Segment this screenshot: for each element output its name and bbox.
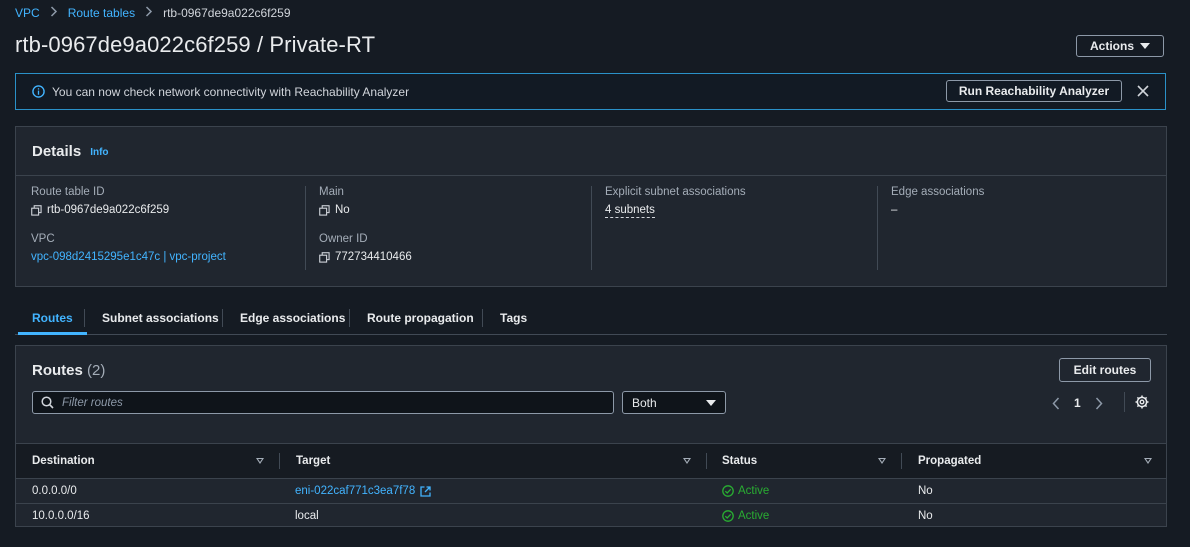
details-header: Details Info [16,127,1166,176]
page-number[interactable]: 1 [1074,396,1081,410]
page-title: rtb-0967de9a022c6f259 / Private-RT [15,32,376,57]
table-row: 10.0.0.0/16 local Active No [16,504,1166,528]
edge-associations-label: Edge associations [891,186,985,198]
sort-icon[interactable] [878,458,886,464]
pagination: 1 [1052,394,1103,412]
details-col-3: Explicit subnet associations 4 subnets [591,186,875,270]
route-type-select-value: Both [632,395,657,410]
run-reachability-analyzer-button[interactable]: Run Reachability Analyzer [946,80,1122,102]
route-table-id: rtb-0967de9a022c6f259 [47,204,170,216]
info-link[interactable]: Info [90,147,108,158]
destination-cell: 0.0.0.0/0 [32,485,77,497]
status-cell: Active [722,504,769,528]
vpc-value: vpc-098d2415295e1c47c | vpc-project [31,251,301,263]
actions-button[interactable]: Actions [1076,35,1164,57]
check-circle-icon [722,485,734,497]
explicit-subnet-associations-link[interactable]: 4 subnets [605,204,655,218]
column-status[interactable]: Status [722,444,757,478]
vpc-label: VPC [31,233,55,245]
sort-icon[interactable] [256,458,264,464]
edge-associations-value: – [891,204,898,216]
route-type-select[interactable]: Both [622,391,726,414]
caret-down-icon [1140,43,1150,49]
table-row: 0.0.0.0/0 eni-022caf771c3ea7f78 Active N… [16,479,1166,504]
route-table-id-value: rtb-0967de9a022c6f259 [31,204,301,216]
explicit-subnet-value: 4 subnets [605,204,875,218]
copy-icon[interactable] [319,204,330,216]
explicit-subnet-label: Explicit subnet associations [605,186,746,198]
target-cell: eni-022caf771c3ea7f78 [295,479,431,503]
sort-icon[interactable] [1144,458,1152,464]
main: No [335,204,350,216]
routes-panel: Routes (2) Edit routes Both 1 Destinatio… [15,345,1167,527]
tab-routes[interactable]: Routes [18,302,87,335]
status-badge: Active [722,510,769,522]
column-target[interactable]: Target [296,444,330,478]
chevron-left-icon[interactable] [1052,396,1060,410]
tab-tags[interactable]: Tags [500,302,527,333]
vpc-link[interactable]: vpc-098d2415295e1c47c | vpc-project [31,251,226,263]
status-badge: Active [722,485,769,497]
column-destination[interactable]: Destination [32,444,95,478]
external-link-icon[interactable] [420,485,431,497]
target-cell: local [295,510,319,522]
copy-icon[interactable] [31,204,42,216]
routes-title: Routes (2) [32,362,105,379]
sort-icon[interactable] [683,458,691,464]
main-value: No [319,204,589,216]
breadcrumb: VPC Route tables rtb-0967de9a022c6f259 [15,5,291,21]
routes-title-text: Routes [32,362,83,379]
tab-bar: Routes Subnet associations Edge associat… [15,302,1167,335]
status-text: Active [738,510,770,522]
main-label: Main [319,186,344,198]
destination-cell: 10.0.0.0/16 [32,510,90,522]
routes-table: Destination Target Status Propagated 0.0… [16,443,1166,528]
propagated-cell: No [918,485,933,497]
propagated-cell: No [918,510,933,522]
breadcrumb-vpc-link[interactable]: VPC [15,6,40,20]
table-header: Destination Target Status Propagated [16,443,1166,479]
routes-count: (2) [87,362,106,379]
edit-routes-button[interactable]: Edit routes [1059,358,1151,382]
status-cell: Active [722,479,769,503]
breadcrumb-current: rtb-0967de9a022c6f259 [163,6,291,20]
chevron-right-icon[interactable] [1095,396,1103,410]
owner-id-value: 772734410466 [319,251,589,263]
details-col-2: Main No Owner ID 772734410466 [305,186,589,270]
details-panel: Details Info Route table ID rtb-0967de9a… [15,126,1167,287]
actions-button-label: Actions [1089,39,1134,53]
tab-route-propagation[interactable]: Route propagation [367,302,474,333]
breadcrumb-route-tables-link[interactable]: Route tables [68,6,135,20]
details-title: Details [32,142,82,160]
details-col-1: Route table ID rtb-0967de9a022c6f259 VPC… [31,186,301,270]
tab-edge-associations[interactable]: Edge associations [240,302,345,333]
status-text: Active [738,485,770,497]
search-icon [41,396,54,409]
check-circle-icon [722,510,734,522]
filter-routes-input[interactable] [60,395,604,410]
chevron-right-icon [145,6,153,20]
target-link[interactable]: eni-022caf771c3ea7f78 [295,485,415,497]
info-icon [32,85,45,98]
caret-down-icon [706,400,716,406]
owner-id-label: Owner ID [319,233,368,245]
filter-routes [32,391,614,414]
gear-icon[interactable] [1135,395,1149,409]
tab-subnet-associations[interactable]: Subnet associations [102,302,219,333]
copy-icon[interactable] [319,251,330,263]
details-col-4: Edge associations – [877,186,1161,270]
column-propagated[interactable]: Propagated [918,444,981,478]
info-flashbar: You can now check network connectivity w… [15,73,1166,110]
close-icon[interactable] [1136,84,1150,98]
flashbar-message: You can now check network connectivity w… [52,84,410,99]
owner-id: 772734410466 [335,251,412,263]
route-table-id-label: Route table ID [31,186,105,198]
chevron-right-icon [50,6,58,20]
